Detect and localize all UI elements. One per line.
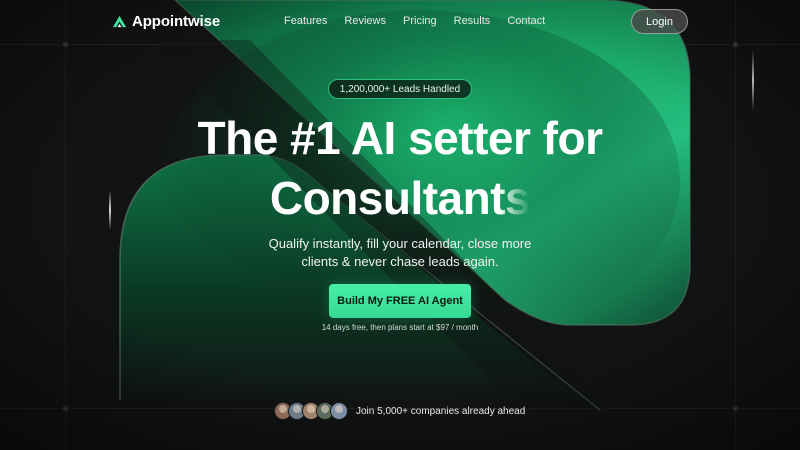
pricing-note: 14 days free, then plans start at $97 / … (321, 323, 479, 332)
main-nav: Features Reviews Pricing Results Contact (284, 15, 545, 27)
avatar (330, 402, 348, 420)
nav-contact[interactable]: Contact (507, 15, 545, 27)
mountain-logo-icon (112, 15, 127, 28)
build-agent-cta-button[interactable]: Build My FREE AI Agent (329, 284, 471, 318)
nav-pricing[interactable]: Pricing (403, 15, 437, 27)
nav-features[interactable]: Features (284, 15, 327, 27)
hero-headline-rotating-word: Consultants (269, 172, 531, 224)
logo-text: Appointwise (132, 13, 221, 30)
hero-headline-line2: Consultants (0, 175, 800, 221)
site-header: Appointwise Features Reviews Pricing Res… (0, 0, 800, 44)
nav-results[interactable]: Results (454, 15, 491, 27)
social-proof-text: Join 5,000+ companies already ahead (356, 405, 526, 417)
logo[interactable]: Appointwise (112, 13, 220, 30)
avatar-group (274, 402, 348, 420)
social-proof: Join 5,000+ companies already ahead (274, 402, 525, 420)
hero-background-art (0, 0, 800, 450)
hero-subline-line2: clients & never chase leads again. (301, 254, 499, 269)
nav-reviews[interactable]: Reviews (344, 15, 386, 27)
leads-handled-badge: 1,200,000+ Leads Handled (328, 79, 472, 99)
page: Appointwise Features Reviews Pricing Res… (0, 0, 800, 450)
hero-headline-line1: The #1 AI setter for (197, 112, 603, 164)
hero-subline-line1: Qualify instantly, fill your calendar, c… (268, 236, 532, 251)
login-button[interactable]: Login (631, 9, 688, 34)
